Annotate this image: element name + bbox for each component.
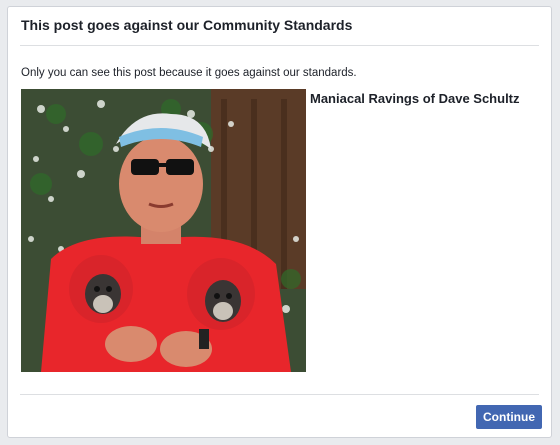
post-author-name[interactable]: Maniacal Ravings of Dave Schultz — [310, 91, 520, 106]
dialog-title: This post goes against our Community Sta… — [21, 17, 353, 33]
continue-button[interactable]: Continue — [476, 405, 542, 429]
notice-text: Only you can see this post because it go… — [21, 67, 357, 79]
post-image — [21, 89, 306, 372]
dialog-header: This post goes against our Community Sta… — [20, 7, 539, 46]
community-standards-dialog: This post goes against our Community Sta… — [7, 6, 552, 438]
dialog-footer — [20, 394, 539, 395]
